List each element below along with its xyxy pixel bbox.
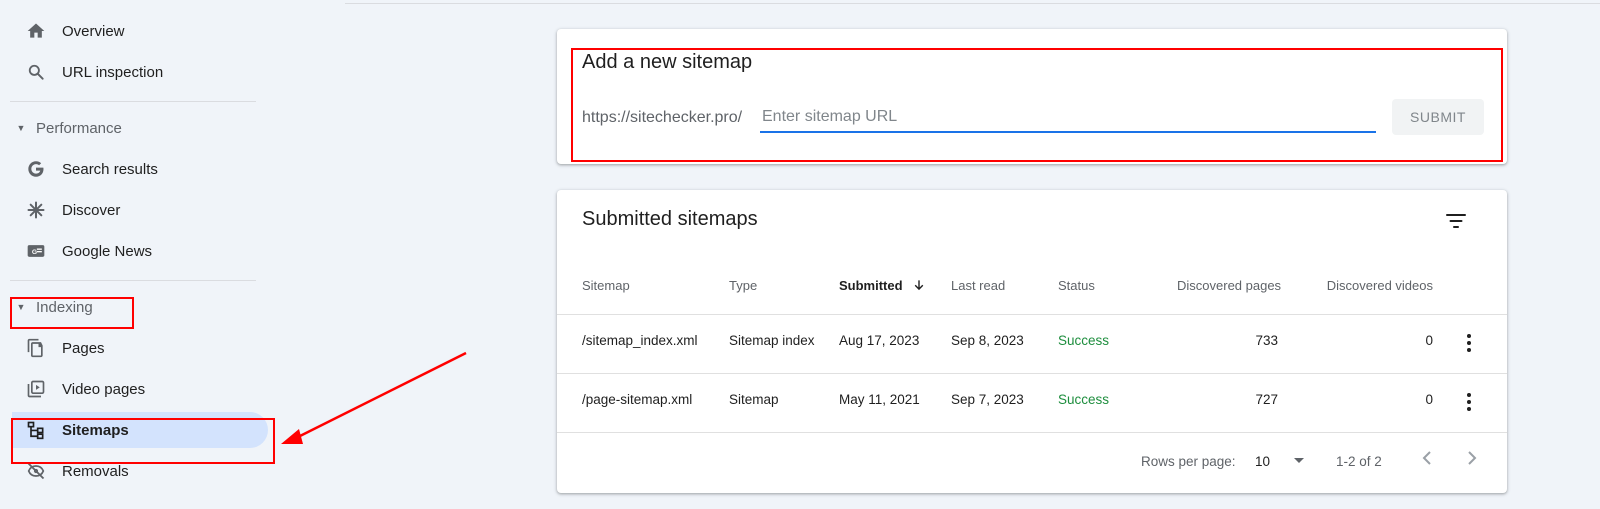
cell-status: Success xyxy=(1058,333,1110,348)
submitted-sitemaps-title: Submitted sitemaps xyxy=(582,208,758,230)
sidebar: Overview URL inspection ▼ Performance Se… xyxy=(0,0,270,509)
sidebar-item-label: Sitemaps xyxy=(62,421,129,439)
column-header-discovered-videos[interactable]: Discovered videos xyxy=(1317,278,1433,293)
cell-status: Success xyxy=(1058,392,1110,407)
pages-icon xyxy=(12,338,52,358)
column-header-last-read[interactable]: Last read xyxy=(951,278,1005,293)
sitemap-icon xyxy=(12,420,52,440)
sitemap-url-input[interactable] xyxy=(760,103,1376,133)
sidebar-item-sitemaps[interactable]: Sitemaps xyxy=(12,412,268,448)
top-divider xyxy=(345,3,1600,4)
section-performance-label: Performance xyxy=(36,119,122,137)
sitemap-url-prefix: https://sitechecker.pro/ xyxy=(582,109,743,126)
cell-type: Sitemap xyxy=(729,392,779,407)
column-header-submitted[interactable]: Submitted xyxy=(839,278,926,293)
sidebar-item-label: Overview xyxy=(62,22,125,40)
section-indexing-label: Indexing xyxy=(36,298,93,316)
cell-type: Sitemap index xyxy=(729,333,815,348)
eye-off-icon xyxy=(12,461,52,481)
more-vert-icon[interactable] xyxy=(1457,331,1481,355)
row-divider xyxy=(557,432,1507,433)
rows-per-page-select[interactable]: 10 xyxy=(1255,454,1306,469)
rows-per-page-value: 10 xyxy=(1255,454,1271,469)
filter-icon[interactable] xyxy=(1444,209,1468,233)
cell-sitemap: /sitemap_index.xml xyxy=(582,333,698,348)
caret-down-icon xyxy=(1293,458,1304,463)
chevron-right-icon[interactable] xyxy=(1460,446,1484,470)
cell-discovered-pages: 727 xyxy=(1255,392,1278,407)
arrow-down-icon xyxy=(914,280,924,291)
sidebar-item-label: Video pages xyxy=(62,380,146,398)
sidebar-item-removals[interactable]: Removals xyxy=(12,453,268,489)
chevron-left-icon[interactable] xyxy=(1415,446,1439,470)
submitted-sitemaps-card: Submitted sitemaps Sitemap Type Submitte… xyxy=(557,190,1507,493)
asterisk-icon xyxy=(12,200,52,220)
sidebar-divider xyxy=(10,101,256,102)
google-g-icon xyxy=(12,159,52,179)
sidebar-item-label: Search results xyxy=(62,160,158,178)
pagination-range: 1-2 of 2 xyxy=(1336,454,1382,469)
sidebar-item-label: URL inspection xyxy=(62,63,164,81)
cell-last-read: Sep 7, 2023 xyxy=(951,392,1024,407)
more-vert-icon[interactable] xyxy=(1457,390,1481,414)
rows-per-page-label: Rows per page: xyxy=(1141,454,1236,469)
svg-text:G: G xyxy=(32,249,37,256)
search-icon xyxy=(12,62,52,82)
google-news-icon: G xyxy=(12,241,52,261)
sidebar-item-label: Discover xyxy=(62,201,121,219)
video-pages-icon xyxy=(12,379,52,399)
sidebar-item-discover[interactable]: Discover xyxy=(12,192,268,228)
section-indexing[interactable]: ▼ Indexing xyxy=(12,291,93,323)
cell-last-read: Sep 8, 2023 xyxy=(951,333,1024,348)
add-sitemap-card: Add a new sitemap https://sitechecker.pr… xyxy=(557,29,1507,164)
sidebar-item-video-pages[interactable]: Video pages xyxy=(12,371,268,407)
home-icon xyxy=(12,21,52,41)
caret-down-icon: ▼ xyxy=(16,302,26,312)
cell-discovered-pages: 733 xyxy=(1255,333,1278,348)
submit-button[interactable]: SUBMIT xyxy=(1392,99,1484,135)
sidebar-item-label: Pages xyxy=(62,339,105,357)
cell-sitemap: /page-sitemap.xml xyxy=(582,392,693,407)
sidebar-item-pages[interactable]: Pages xyxy=(12,330,268,366)
sidebar-item-url-inspection[interactable]: URL inspection xyxy=(12,54,268,90)
sidebar-item-label: Removals xyxy=(62,462,129,480)
row-divider xyxy=(557,314,1507,315)
row-divider xyxy=(557,373,1507,374)
add-sitemap-title: Add a new sitemap xyxy=(582,51,753,73)
column-header-discovered-pages[interactable]: Discovered pages xyxy=(1177,278,1281,293)
column-header-sitemap[interactable]: Sitemap xyxy=(582,278,630,293)
cell-discovered-videos: 0 xyxy=(1425,392,1433,407)
column-header-type[interactable]: Type xyxy=(729,278,757,293)
caret-down-icon: ▼ xyxy=(16,123,26,133)
sidebar-item-search-results[interactable]: Search results xyxy=(12,151,268,187)
cell-submitted: Aug 17, 2023 xyxy=(839,333,920,348)
column-header-status[interactable]: Status xyxy=(1058,278,1095,293)
column-header-submitted-label: Submitted xyxy=(839,278,903,293)
cell-discovered-videos: 0 xyxy=(1425,333,1433,348)
cell-submitted: May 11, 2021 xyxy=(839,392,920,407)
sidebar-item-label: Google News xyxy=(62,242,153,260)
sidebar-item-overview[interactable]: Overview xyxy=(12,13,268,49)
sidebar-divider xyxy=(10,280,256,281)
section-performance[interactable]: ▼ Performance xyxy=(12,112,122,144)
sidebar-item-google-news[interactable]: G Google News xyxy=(12,233,268,269)
